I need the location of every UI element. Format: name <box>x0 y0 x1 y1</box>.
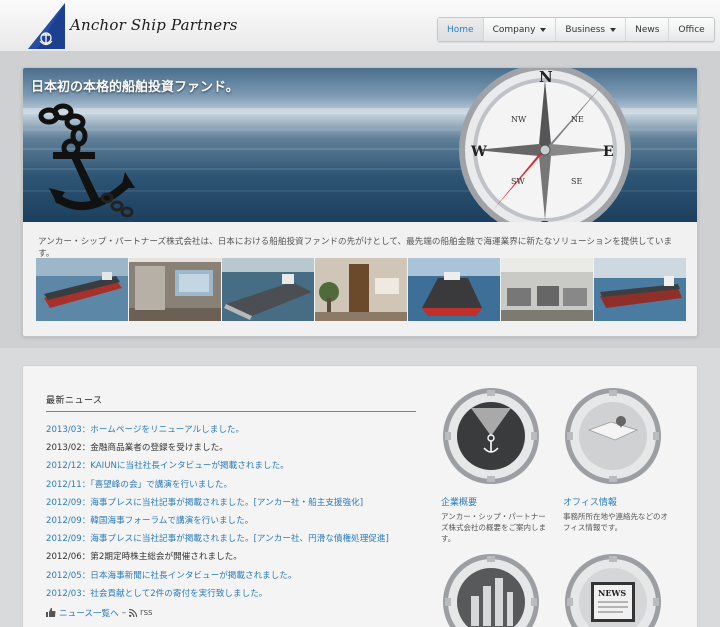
rss-link[interactable]: rss <box>140 608 153 618</box>
thumbs-up-icon <box>46 608 56 618</box>
feature-office-desc: 事務所所在地や連絡先などのオフィス情報です。 <box>563 512 668 532</box>
hero-tagline: アンカー・シップ・パートナーズ株式会社は、日本における船舶投資ファンドの先がけと… <box>38 237 673 259</box>
bulk-carrier-photo[interactable] <box>222 258 314 321</box>
compass-s: S <box>539 218 550 222</box>
news-archive-link[interactable]: ニュース一覧へ <box>59 607 119 619</box>
news-footer: ニュース一覧へ – rss <box>46 607 416 619</box>
nav-business[interactable]: Business <box>556 18 627 41</box>
hero-panel: 日本初の本格的船舶投資ファンド。 N S W E NW NE SE SW アンカ… <box>22 67 698 337</box>
caret-down-icon <box>540 27 547 32</box>
cargo-ship-photo[interactable] <box>594 258 686 321</box>
porthole-map-icon[interactable] <box>563 386 663 486</box>
feature-news: NEWS <box>563 552 673 627</box>
site-header: Anchor Ship Partners Home Company Busine… <box>0 0 720 52</box>
feature-office: オフィス情報 事務所所在地や連絡先などのオフィス情報です。 <box>563 386 673 533</box>
news-item: 2013/02：金融商品業者の登録を受けました。 <box>46 443 228 454</box>
caret-down-icon <box>610 27 617 32</box>
porthole-chart-icon[interactable] <box>441 552 541 627</box>
news-section: 最新ニュース 2013/03：ホームページをリニューアルしました。 2013/0… <box>46 393 416 619</box>
porthole-anchor-icon[interactable] <box>441 386 541 486</box>
nav-news-label: News <box>635 24 660 35</box>
container-ship-photo[interactable] <box>408 258 500 321</box>
news-item[interactable]: 2012/09：韓国海事フォーラムで講演を行いました。 <box>46 512 416 530</box>
feature-company-desc: アンカー・シップ・パートナーズ株式会社の概要をご案内します。 <box>441 512 546 543</box>
nav-office[interactable]: Office <box>669 18 713 41</box>
feature-company: 企業概要 アンカー・シップ・パートナーズ株式会社の概要をご案内します。 <box>441 386 551 544</box>
porthole-news-icon[interactable]: NEWS <box>563 552 663 627</box>
separator: – <box>121 607 127 618</box>
nav-company[interactable]: Company <box>484 18 557 41</box>
nav-news[interactable]: News <box>626 18 670 41</box>
compass-se: SE <box>571 177 582 186</box>
office-map-photo[interactable] <box>129 258 221 321</box>
news-item[interactable]: 2012/09：海事プレスに当社記事が掲載されました。[アンカー社・船主支援強化… <box>46 494 416 512</box>
office-interior-photo[interactable] <box>315 258 407 321</box>
news-item[interactable]: 2012/03：社会貢献として2件の寄付を実行致しました。 <box>46 585 416 603</box>
compass-n: N <box>539 68 553 86</box>
nav-home-label: Home <box>447 24 474 35</box>
brand-name[interactable]: Anchor Ship Partners <box>70 16 238 34</box>
compass-icon: N S W E NW NE SE SW <box>459 68 631 222</box>
news-item[interactable]: 2012/05：日本海事新聞に社長インタビューが掲載されました。 <box>46 567 416 585</box>
sail-logo-icon[interactable] <box>25 2 67 50</box>
hero-title: 日本初の本格的船舶投資ファンド。 <box>31 80 239 95</box>
main-nav: Home Company Business News Office <box>437 17 715 42</box>
news-item[interactable]: 2013/03：ホームページをリニューアルしました。 <box>46 421 416 439</box>
news-item[interactable]: 2012/11：「喜望峰の会」で講演を行いました。 <box>46 476 416 494</box>
news-item[interactable]: 2012/12：KAIUNに当社社長インタビューが掲載されました。 <box>46 457 416 475</box>
feature-business <box>441 552 551 627</box>
news-item[interactable]: 2012/09：海事プレスに当社記事が掲載されました。[アンカー社、円滑な債権処… <box>46 530 416 548</box>
rss-icon <box>129 608 138 617</box>
compass-w: W <box>470 144 487 160</box>
news-list: 2013/03：ホームページをリニューアルしました。 2013/02：金融商品業… <box>46 421 416 603</box>
main-content: 最新ニュース 2013/03：ホームページをリニューアルしました。 2013/0… <box>22 365 698 627</box>
feature-company-title[interactable]: 企業概要 <box>441 495 551 508</box>
nav-company-label: Company <box>492 24 536 35</box>
nav-business-label: Business <box>565 24 606 35</box>
hero-banner: 日本初の本格的船舶投資ファンド。 N S W E NW NE SE SW <box>23 68 697 222</box>
news-item: 2012/06：第2期定時株主総会が開催されました。 <box>46 552 242 563</box>
compass-ne: NE <box>571 115 584 124</box>
feature-office-title[interactable]: オフィス情報 <box>563 495 673 508</box>
photo-strip <box>36 258 686 321</box>
compass-e: E <box>603 144 614 160</box>
nav-office-label: Office <box>678 24 705 35</box>
news-sign-text: NEWS <box>598 588 626 598</box>
compass-nw: NW <box>511 115 527 124</box>
compass-sw: SW <box>511 177 525 186</box>
news-heading: 最新ニュース <box>46 393 416 412</box>
anchor-icon <box>38 103 135 218</box>
tanker-ship-photo[interactable] <box>36 258 128 321</box>
nav-home[interactable]: Home <box>438 18 484 41</box>
open-office-photo[interactable] <box>501 258 593 321</box>
